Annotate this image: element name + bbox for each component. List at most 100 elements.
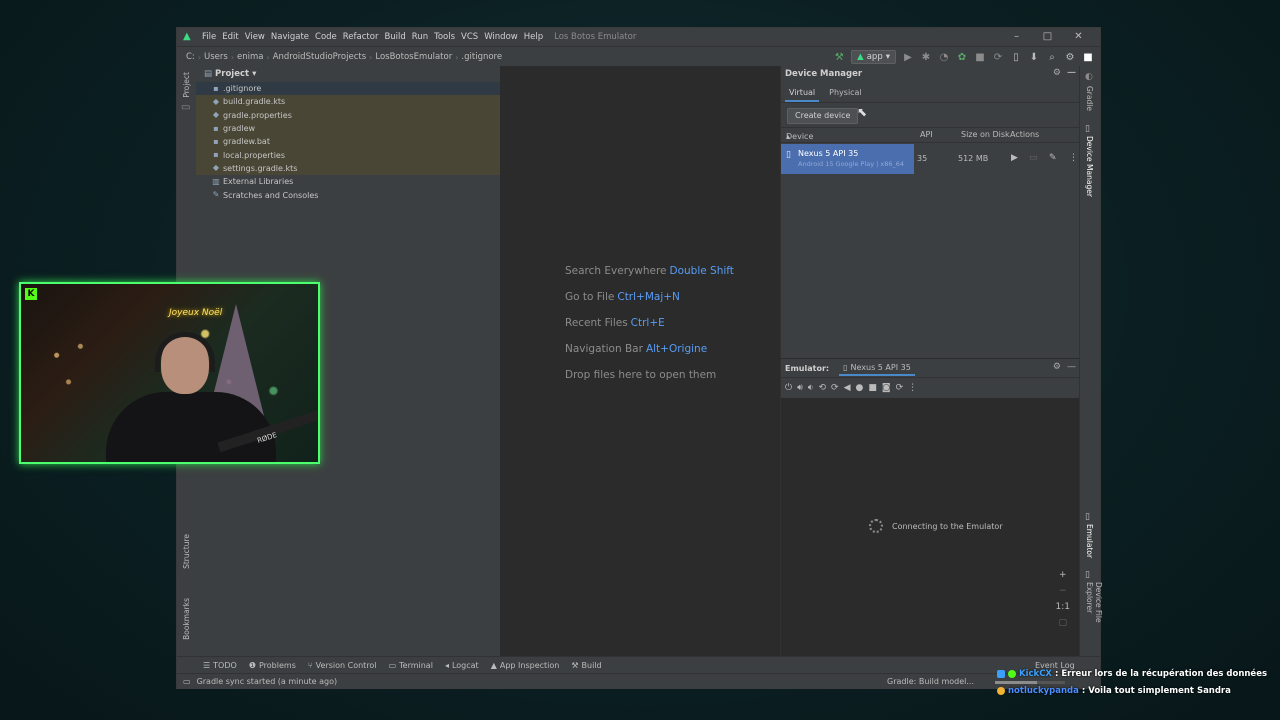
emulator-tab[interactable]: ▯ Nexus 5 API 35 <box>839 361 915 376</box>
back-icon[interactable]: ◀ <box>844 383 851 393</box>
breadcrumb-enima[interactable]: enima <box>234 52 266 62</box>
more-options-icon[interactable]: ⋮ <box>908 383 917 393</box>
zoom-actual-size[interactable]: 1:1 <box>1056 602 1070 612</box>
sync-gradle-icon[interactable]: ⟳ <box>992 51 1004 63</box>
breadcrumb-project[interactable]: LosBotosEmulator <box>372 52 455 62</box>
tab-structure[interactable]: Structure <box>182 534 191 569</box>
zoom-in-icon[interactable]: + <box>1059 570 1067 580</box>
tool-terminal[interactable]: ▭ Terminal <box>389 661 433 670</box>
open-folder-icon[interactable]: ▭ <box>1029 153 1038 163</box>
tool-app-inspection[interactable]: ▲ App Inspection <box>491 661 560 670</box>
sdk-manager-icon[interactable]: ⬇ <box>1028 51 1040 63</box>
device-manager-icon[interactable]: ▯ <box>1010 51 1022 63</box>
tree-item-gradlew[interactable]: ▪ gradlew <box>196 121 500 136</box>
menu-run[interactable]: Run <box>409 32 431 42</box>
screenshot-icon[interactable]: ◙ <box>882 383 891 393</box>
volume-up-icon[interactable]: 🔊︎ <box>797 383 803 393</box>
gear-icon[interactable]: ⚙ <box>1053 68 1061 78</box>
close-icon[interactable]: ✕ <box>1063 28 1094 46</box>
menu-window[interactable]: Window <box>481 32 521 42</box>
settings-gear-icon[interactable]: ⚙ <box>1064 51 1076 63</box>
rotate-left-icon[interactable]: ⟲ <box>818 383 826 393</box>
column-size-on-disk[interactable]: Size on Disk <box>961 130 1010 139</box>
stop-icon[interactable]: ■ <box>974 51 986 63</box>
background-task-progress[interactable] <box>995 681 1065 684</box>
folder-icon[interactable]: ▭ <box>181 102 190 113</box>
volume-down-icon[interactable]: 🔉︎ <box>808 383 814 393</box>
tree-item-gitignore[interactable]: ▪ .gitignore <box>196 82 500 96</box>
breadcrumb-projects[interactable]: AndroidStudioProjects <box>270 52 369 62</box>
column-api[interactable]: API <box>920 130 933 139</box>
menu-code[interactable]: Code <box>312 32 340 42</box>
menu-help[interactable]: Help <box>521 32 546 42</box>
editor-empty-state: Search Everywhere Double Shift Go to File… <box>500 66 780 656</box>
streamer-body <box>106 392 276 462</box>
tree-item-gradlew-bat[interactable]: ▪ gradlew.bat <box>196 135 500 149</box>
zoom-fit-icon[interactable]: ▢ <box>1059 618 1068 628</box>
tool-problems[interactable]: ❶ Problems <box>249 661 296 670</box>
launch-icon[interactable]: ▶ <box>1011 153 1018 163</box>
tool-todo[interactable]: ☰ TODO <box>203 661 237 670</box>
search-icon[interactable]: ⌕ <box>1046 51 1058 63</box>
zoom-out-icon[interactable]: − <box>1059 586 1067 596</box>
rotate-right-icon[interactable]: ⟳ <box>831 383 839 393</box>
profile-icon[interactable]: ◔ <box>938 51 950 63</box>
power-icon[interactable]: ⏻ <box>785 383 792 393</box>
minimize-icon[interactable]: – <box>1001 28 1032 46</box>
more-options-icon[interactable]: ⋮ <box>1069 153 1078 163</box>
snapshot-icon[interactable]: ⟳ <box>896 383 904 393</box>
tool-build[interactable]: ⚒ Build <box>571 661 601 670</box>
overview-icon[interactable]: ■ <box>868 383 877 393</box>
account-icon[interactable]: ■ <box>1082 51 1094 63</box>
breadcrumb-users[interactable]: Users <box>201 52 231 62</box>
create-device-button[interactable]: Create device <box>787 108 859 124</box>
hint-text: Drop files here to open them <box>565 369 717 381</box>
maximize-icon[interactable]: □ <box>1032 28 1063 46</box>
hint-drop-files: Drop files here to open them <box>565 369 716 381</box>
hide-panel-icon[interactable]: — <box>1067 362 1076 372</box>
tab-gradle[interactable]: Gradle <box>1085 86 1094 111</box>
run-icon[interactable]: ▶ <box>902 51 914 63</box>
tool-version-control[interactable]: ⑂ Version Control <box>308 661 377 670</box>
tree-item-local-properties[interactable]: ▪ local.properties <box>196 148 500 162</box>
menu-edit[interactable]: Edit <box>219 32 241 42</box>
run-configuration-select[interactable]: ▲ app ▾ <box>851 50 896 64</box>
tab-device-file-explorer[interactable]: Device File Explorer <box>1085 582 1103 656</box>
tool-logcat[interactable]: ◂ Logcat <box>445 661 479 670</box>
background-task-label[interactable]: Gradle: Build model... <box>887 677 974 686</box>
tree-item-scratches[interactable]: ✎ Scratches and Consoles <box>196 188 500 201</box>
hide-panel-icon[interactable]: — <box>1067 68 1076 78</box>
tree-item-settings-gradle[interactable]: ◆ settings.gradle.kts <box>196 161 500 176</box>
tab-virtual[interactable]: Virtual <box>785 88 820 102</box>
hint-search-everywhere: Search Everywhere Double Shift <box>565 265 734 277</box>
tab-project[interactable]: Project <box>182 72 191 98</box>
tab-physical[interactable]: Physical <box>825 88 866 102</box>
file-icon: ▪ <box>213 123 219 133</box>
column-device-label: Device <box>786 132 814 141</box>
tab-device-manager[interactable]: Device Manager <box>1085 136 1094 197</box>
menu-build[interactable]: Build <box>381 32 408 42</box>
status-layout-icon[interactable]: ▭ <box>183 677 191 686</box>
tree-item-gradle-properties[interactable]: ◆ gradle.properties <box>196 108 500 122</box>
menu-file[interactable]: File <box>199 32 219 42</box>
tab-bookmarks[interactable]: Bookmarks <box>182 598 191 640</box>
breadcrumb-file[interactable]: .gitignore <box>458 52 505 62</box>
breadcrumb-drive[interactable]: C: <box>183 52 198 62</box>
tab-emulator[interactable]: Emulator <box>1085 524 1094 558</box>
menu-vcs[interactable]: VCS <box>458 32 481 42</box>
gear-icon[interactable]: ⚙ <box>1053 362 1061 372</box>
menu-tools[interactable]: Tools <box>431 32 458 42</box>
menu-view[interactable]: View <box>242 32 268 42</box>
project-panel-header[interactable]: ▤ Project ▾ <box>196 66 500 82</box>
attach-debugger-icon[interactable]: ✿ <box>956 51 968 63</box>
menu-navigate[interactable]: Navigate <box>268 32 312 42</box>
tree-item-build-gradle[interactable]: ◆ build.gradle.kts <box>196 95 500 109</box>
tree-item-external-libraries[interactable]: ▥ External Libraries <box>196 175 500 188</box>
build-hammer-icon[interactable]: ⚒ <box>833 51 845 63</box>
menu-refactor[interactable]: Refactor <box>340 32 382 42</box>
device-row[interactable]: ▯ Nexus 5 API 35 Android 15 Google Play … <box>781 142 1082 174</box>
debug-icon[interactable]: ✱ <box>920 51 932 63</box>
home-icon[interactable]: ● <box>855 383 863 393</box>
edit-pencil-icon[interactable]: ✎ <box>1049 153 1057 163</box>
status-message[interactable]: Gradle sync started (a minute ago) <box>197 677 338 686</box>
